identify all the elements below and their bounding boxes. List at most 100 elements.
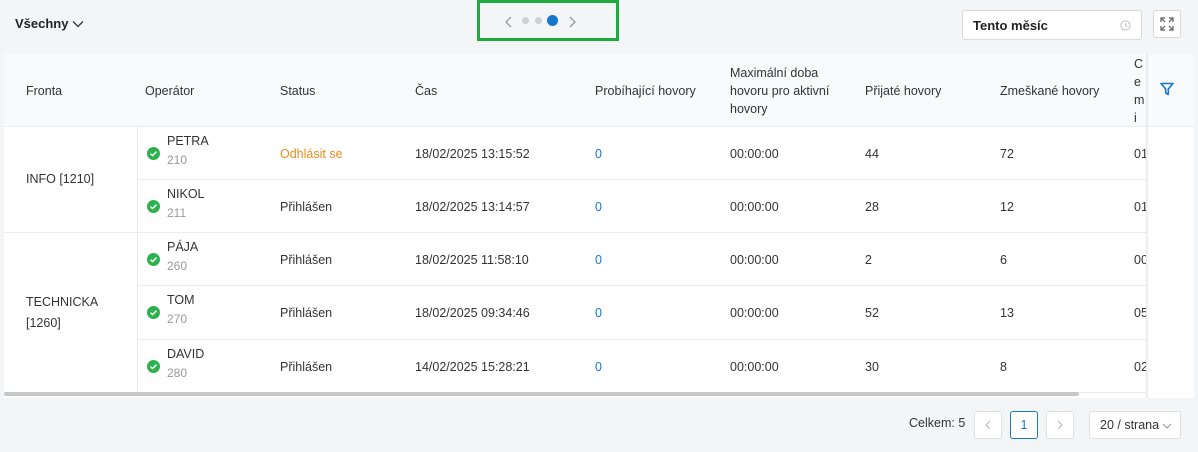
prev-page-button[interactable] <box>974 411 1002 439</box>
missed-calls-cell: 12 <box>1000 199 1014 214</box>
operator-name: TOM <box>167 293 195 307</box>
status-cell: Přihlášen <box>280 359 333 374</box>
max-duration-cell: 00:00:00 <box>730 252 779 267</box>
column-header-accepted-calls[interactable]: Přijaté hovory <box>865 54 941 127</box>
accepted-calls-cell: 2 <box>865 252 872 267</box>
check-circle-icon <box>147 147 160 160</box>
carousel-dot-active[interactable] <box>547 15 558 26</box>
period-picker[interactable]: Tento měsíc <box>962 10 1142 40</box>
operator-name: PETRA <box>167 134 209 148</box>
pagination-bar: Celkem: 5 1 20 / strana <box>0 398 1198 452</box>
operator-name: DAVID <box>167 347 205 361</box>
ongoing-calls-cell[interactable]: 0 <box>595 233 602 286</box>
missed-calls-cell: 8 <box>1000 359 1007 374</box>
period-picker-label: Tento měsíc <box>973 18 1048 33</box>
table-header: Fronta Operátor Status Čas Probíhající h… <box>4 54 1194 127</box>
column-header-time[interactable]: Čas <box>415 54 437 127</box>
column-header-operator[interactable]: Operátor <box>145 54 194 127</box>
clock-icon <box>1120 20 1131 31</box>
ongoing-calls-cell[interactable]: 0 <box>595 340 602 393</box>
accepted-calls-cell: 30 <box>865 359 879 374</box>
queue-name: INFO [1210] <box>26 172 95 186</box>
column-header-truncated[interactable]: Ce mi <box>1134 54 1146 127</box>
carousel-next-button[interactable] <box>565 12 579 32</box>
operator-extension: 280 <box>167 366 188 380</box>
chevron-right-icon <box>569 16 576 28</box>
fullscreen-icon <box>1160 17 1174 31</box>
column-header-missed-calls[interactable]: Zmeškané hovory <box>1000 54 1099 127</box>
filter-dropdown[interactable]: Všechny <box>15 16 84 31</box>
truncated-cell: 00 <box>1134 252 1146 267</box>
max-duration-cell: 00:00:00 <box>730 359 779 374</box>
page-button-current[interactable]: 1 <box>1010 411 1038 439</box>
operator-name: PÁJA <box>167 240 199 254</box>
operator-extension: 211 <box>167 206 187 220</box>
time-cell: 14/02/2025 15:28:21 <box>415 359 530 374</box>
operator-name: NIKOL <box>167 187 205 201</box>
operator-extension: 210 <box>167 153 188 167</box>
chevron-left-icon <box>985 420 991 430</box>
time-cell: 18/02/2025 11:58:10 <box>415 252 529 267</box>
truncated-cell: 01 <box>1134 199 1146 214</box>
chevron-left-icon <box>505 16 512 28</box>
table-row: DAVID 280 Přihlášen 14/02/2025 15:28:21 0 00:… <box>138 340 1146 393</box>
sticky-column-divider <box>1146 54 1149 398</box>
ongoing-calls-cell[interactable]: 0 <box>595 127 602 180</box>
carousel-pager-highlight <box>477 0 619 41</box>
missed-calls-cell: 13 <box>1000 306 1014 320</box>
time-cell: 18/02/2025 13:14:57 <box>415 199 530 214</box>
ongoing-calls-cell[interactable]: 0 <box>595 286 602 340</box>
queue-cell: INFO [1210] <box>4 127 138 233</box>
operator-extension: 270 <box>167 312 188 326</box>
toolbar: Všechny Tento měsíc <box>0 0 1198 54</box>
carousel-dot[interactable] <box>522 17 529 24</box>
accepted-calls-cell: 52 <box>865 306 879 320</box>
filter-dropdown-label: Všechny <box>15 16 69 31</box>
chevron-down-icon <box>1162 423 1172 429</box>
ongoing-calls-cell[interactable]: 0 <box>595 180 602 233</box>
accepted-calls-cell: 44 <box>865 146 879 161</box>
logout-link[interactable]: Odhlásit se <box>280 127 343 180</box>
horizontal-scrollbar[interactable] <box>4 392 1079 396</box>
operators-table: Fronta Operátor Status Čas Probíhající h… <box>4 54 1194 398</box>
filter-icon[interactable] <box>1160 82 1174 96</box>
total-count: Celkem: 5 <box>909 416 966 430</box>
column-header-queue[interactable]: Fronta <box>26 54 62 127</box>
chevron-down-icon <box>73 20 84 27</box>
status-cell: Přihlášen <box>280 306 333 320</box>
carousel-dot[interactable] <box>535 17 542 24</box>
truncated-cell: 02 <box>1134 359 1146 374</box>
operator-extension: 260 <box>167 259 188 273</box>
check-circle-icon <box>147 306 160 319</box>
max-duration-cell: 00:00:00 <box>730 146 779 161</box>
check-circle-icon <box>147 253 160 266</box>
accepted-calls-cell: 28 <box>865 199 879 214</box>
table-row: PETRA 210 Odhlásit se 18/02/2025 13:15:52 0 0… <box>138 127 1146 180</box>
max-duration-cell: 00:00:00 <box>730 199 779 214</box>
column-header-max-duration[interactable]: Maximální doba hovoru pro aktivní hovory <box>730 54 848 127</box>
page-size-select[interactable]: 20 / strana <box>1089 411 1181 439</box>
missed-calls-cell: 72 <box>1000 146 1014 161</box>
table-row: PÁJA 260 Přihlášen 18/02/2025 11:58:10 0 00:0… <box>138 233 1146 286</box>
check-circle-icon <box>147 200 160 213</box>
truncated-cell: 01 <box>1134 146 1146 161</box>
carousel-prev-button[interactable] <box>502 12 516 32</box>
status-cell: Přihlášen <box>280 199 333 214</box>
check-circle-icon <box>147 360 160 373</box>
missed-calls-cell: 6 <box>1000 252 1007 267</box>
time-cell: 18/02/2025 13:15:52 <box>415 146 530 161</box>
column-header-ongoing-calls[interactable]: Probíhající hovory <box>595 54 696 127</box>
queue-cell: TECHNICKA [1260] <box>4 233 138 393</box>
truncated-cell: 05 <box>1134 306 1146 320</box>
chevron-right-icon <box>1057 420 1063 430</box>
next-page-button[interactable] <box>1046 411 1074 439</box>
status-cell: Přihlášen <box>280 252 333 267</box>
table-row: TOM 270 Přihlášen 18/02/2025 09:34:46 0 00:00… <box>138 286 1146 340</box>
max-duration-cell: 00:00:00 <box>730 306 779 320</box>
page-size-label: 20 / strana <box>1100 418 1160 432</box>
queue-name: TECHNICKA [1260] <box>26 294 98 330</box>
fullscreen-button[interactable] <box>1153 10 1181 38</box>
column-header-status[interactable]: Status <box>280 54 315 127</box>
table-row: NIKOL 211 Přihlášen 18/02/2025 13:14:57 0 00:… <box>138 180 1146 233</box>
time-cell: 18/02/2025 09:34:46 <box>415 306 530 320</box>
